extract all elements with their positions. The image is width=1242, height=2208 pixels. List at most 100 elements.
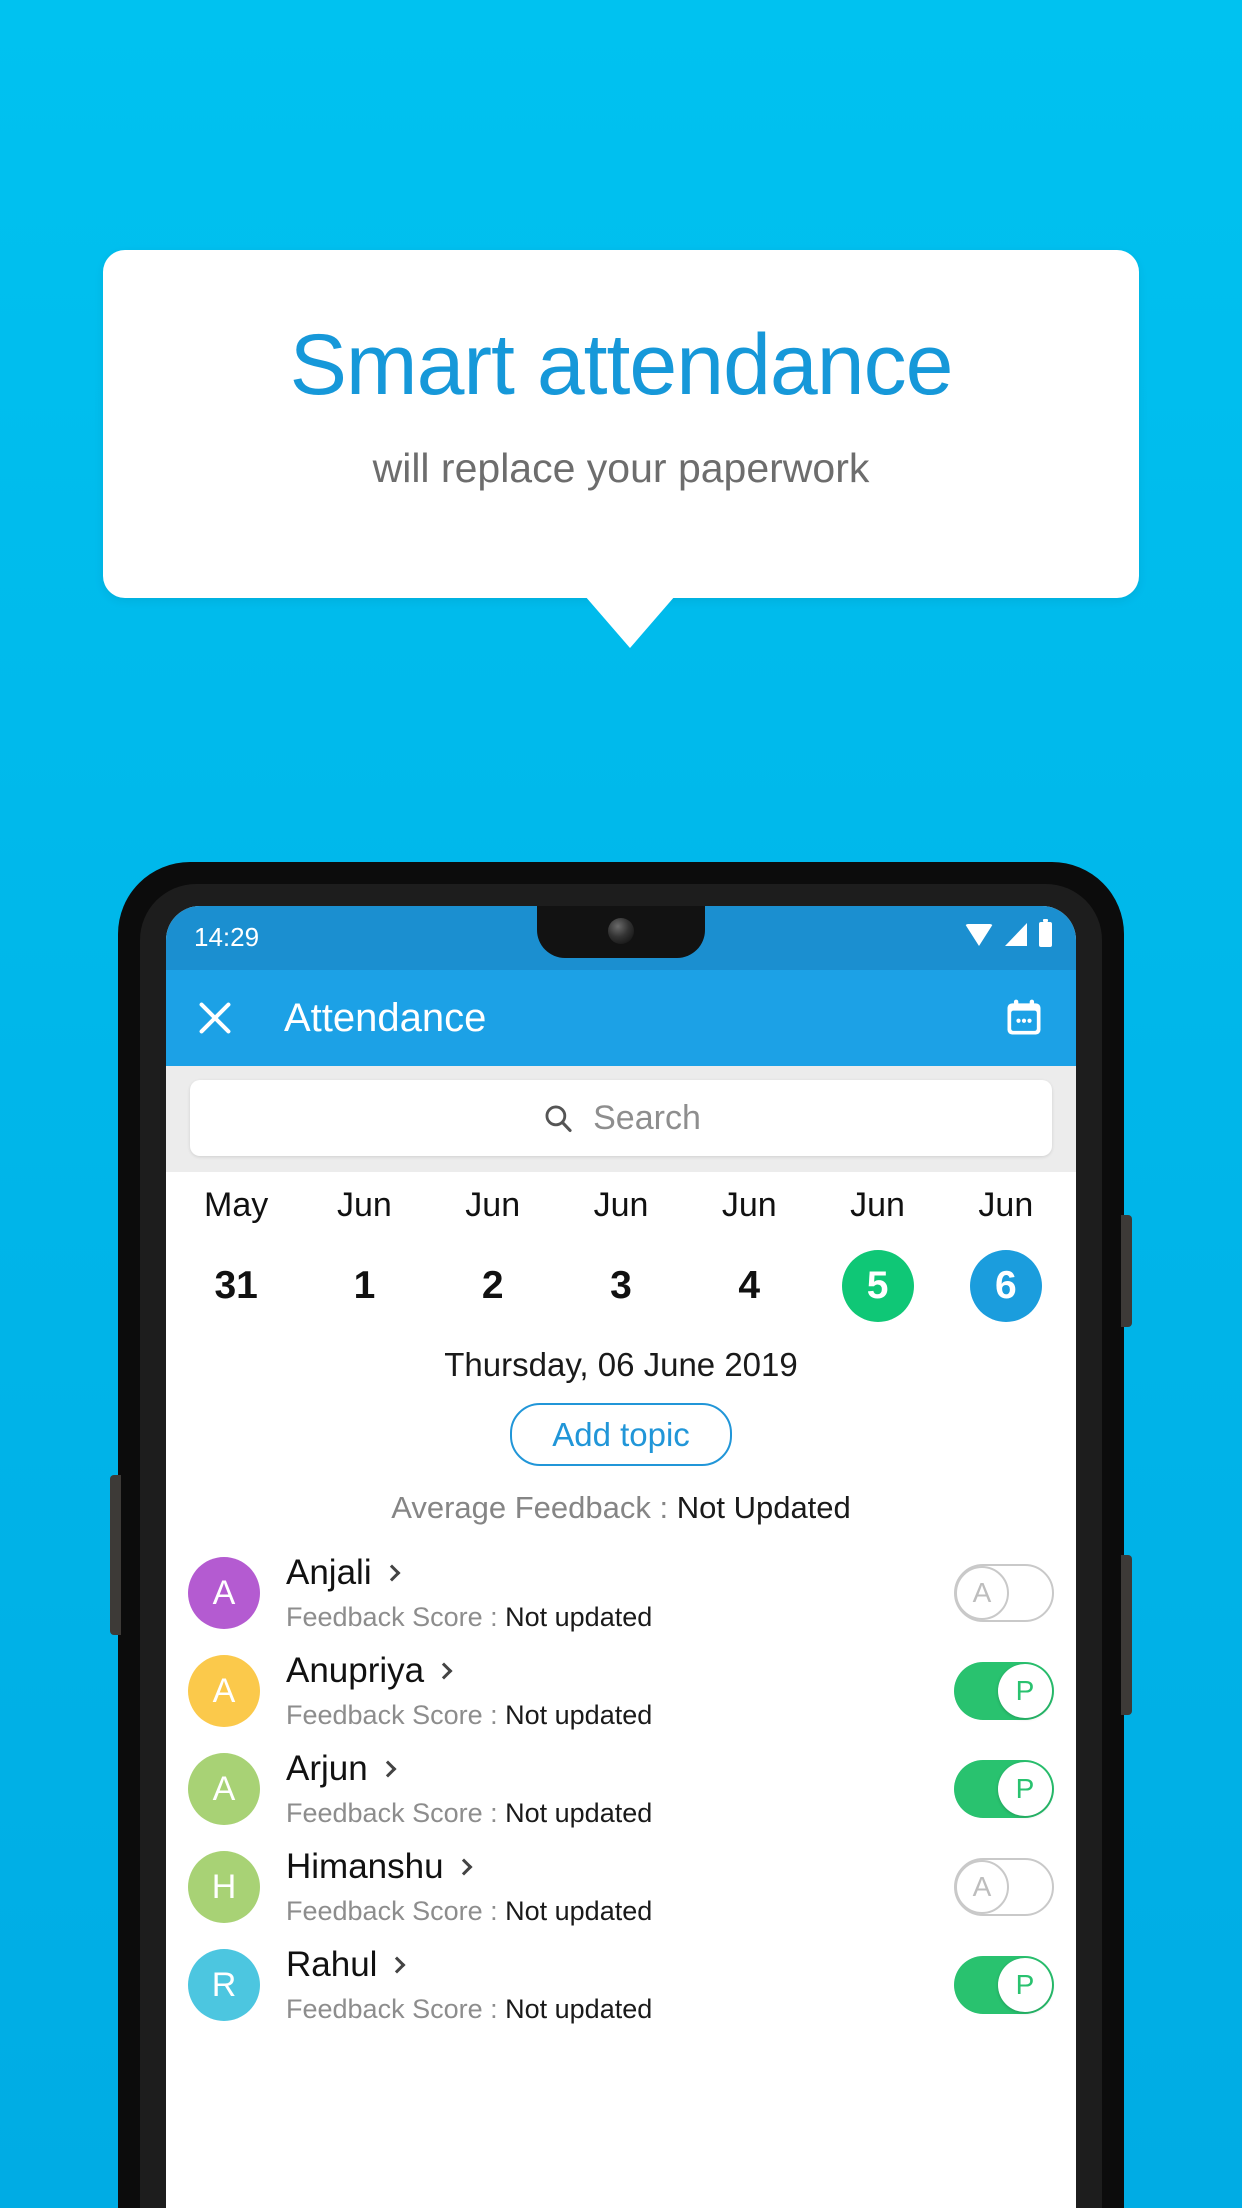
- close-icon[interactable]: [192, 995, 238, 1041]
- promo-title: Smart attendance: [289, 317, 954, 413]
- date-month-label: Jun: [337, 1186, 392, 1224]
- student-name: Himanshu: [286, 1847, 444, 1886]
- student-name-row: Rahul: [286, 1947, 954, 1982]
- student-row[interactable]: H Himanshu Feedback Score : Not updated A: [166, 1839, 1076, 1935]
- search-placeholder: Search: [593, 1099, 701, 1137]
- feedback-score: Feedback Score : Not updated: [286, 1898, 954, 1925]
- phone-notch: [537, 906, 705, 958]
- wifi-icon: [965, 923, 993, 946]
- student-name-row: Arjun: [286, 1751, 954, 1786]
- feedback-score: Feedback Score : Not updated: [286, 1702, 954, 1729]
- feedback-score: Feedback Score : Not updated: [286, 1996, 954, 2023]
- student-info: Himanshu Feedback Score : Not updated: [286, 1849, 954, 1925]
- student-info: Arjun Feedback Score : Not updated: [286, 1751, 954, 1827]
- add-topic-button[interactable]: Add topic: [510, 1403, 732, 1466]
- attendance-toggle-knob: P: [998, 1664, 1052, 1718]
- date-cell[interactable]: Jun 2: [429, 1188, 557, 1322]
- feedback-score-value: Not updated: [505, 1700, 653, 1730]
- date-cell[interactable]: Jun 6: [942, 1188, 1070, 1322]
- date-cell[interactable]: Jun 3: [557, 1188, 685, 1322]
- avatar: A: [188, 1655, 260, 1727]
- average-feedback-label: Average Feedback :: [391, 1490, 677, 1525]
- front-camera: [608, 918, 634, 944]
- date-day-number: 1: [353, 1264, 376, 1307]
- date-month-label: May: [204, 1186, 269, 1224]
- chevron-right-icon[interactable]: [383, 1564, 401, 1582]
- average-feedback: Average Feedback : Not Updated: [166, 1492, 1076, 1523]
- promo-subtitle: will replace your paperwork: [372, 445, 870, 491]
- feedback-score-label: Feedback Score :: [286, 1700, 506, 1730]
- promo-bubble: Smart attendance will replace your paper…: [103, 250, 1139, 598]
- chevron-right-icon[interactable]: [435, 1662, 453, 1680]
- attendance-toggle-knob: P: [998, 1762, 1052, 1816]
- feedback-score-value: Not updated: [505, 1798, 653, 1828]
- student-row[interactable]: A Arjun Feedback Score : Not updated P: [166, 1741, 1076, 1837]
- feedback-score-label: Feedback Score :: [286, 1896, 506, 1926]
- feedback-score: Feedback Score : Not updated: [286, 1800, 954, 1827]
- avatar: A: [188, 1557, 260, 1629]
- promo-screenshot: Smart attendance will replace your paper…: [0, 0, 1242, 2208]
- student-name: Anupriya: [286, 1651, 425, 1690]
- avatar: R: [188, 1949, 260, 2021]
- student-name-row: Anupriya: [286, 1653, 954, 1688]
- app-bar: Attendance: [166, 970, 1076, 1066]
- date-cell[interactable]: Jun 4: [685, 1188, 813, 1322]
- feedback-score-label: Feedback Score :: [286, 1994, 506, 2024]
- phone-screen: 14:29 Attendance Search May 31 Jun 1 Jun…: [166, 906, 1076, 2208]
- avatar: H: [188, 1851, 260, 1923]
- chevron-right-icon[interactable]: [455, 1858, 473, 1876]
- chevron-right-icon[interactable]: [388, 1956, 406, 1974]
- attendance-toggle[interactable]: P: [954, 1760, 1054, 1818]
- date-day-number: 31: [214, 1264, 258, 1307]
- phone-left-button: [110, 1475, 121, 1635]
- student-name-row: Himanshu: [286, 1849, 954, 1884]
- student-name-row: Anjali: [286, 1555, 954, 1590]
- attendance-toggle[interactable]: P: [954, 1662, 1054, 1720]
- date-day-number: 4: [738, 1264, 761, 1307]
- student-row[interactable]: A Anjali Feedback Score : Not updated A: [166, 1545, 1076, 1641]
- battery-icon: [1039, 919, 1052, 947]
- chevron-right-icon[interactable]: [379, 1760, 397, 1778]
- feedback-score-value: Not updated: [505, 1994, 653, 2024]
- date-month-label: Jun: [593, 1186, 649, 1224]
- attendance-toggle-knob: P: [998, 1958, 1052, 2012]
- date-cell[interactable]: Jun 5: [813, 1188, 941, 1322]
- feedback-score-value: Not updated: [505, 1896, 653, 1926]
- status-icons: [965, 919, 1052, 947]
- student-list: A Anjali Feedback Score : Not updated A A Anu…: [166, 1545, 1076, 2033]
- student-name: Arjun: [286, 1749, 368, 1788]
- student-row[interactable]: A Anupriya Feedback Score : Not updated P: [166, 1643, 1076, 1739]
- attendance-toggle[interactable]: A: [954, 1858, 1054, 1916]
- date-month-label: Jun: [978, 1186, 1034, 1224]
- student-name: Rahul: [286, 1945, 378, 1984]
- attendance-toggle[interactable]: A: [954, 1564, 1054, 1622]
- date-strip: May 31 Jun 1 Jun 2 Jun 3 Jun 4 Jun 5 Jun 6: [166, 1172, 1076, 1322]
- phone-power-button: [1121, 1555, 1132, 1715]
- attendance-toggle[interactable]: P: [954, 1956, 1054, 2014]
- date-month-label: Jun: [850, 1186, 905, 1224]
- search-area: Search: [166, 1066, 1076, 1172]
- search-input[interactable]: Search: [190, 1080, 1052, 1156]
- promo-bubble-tail: [585, 596, 675, 648]
- calendar-icon[interactable]: [1002, 996, 1046, 1040]
- status-time: 14:29: [194, 922, 260, 952]
- page-title: Attendance: [284, 996, 487, 1040]
- attendance-toggle-knob: A: [955, 1860, 1009, 1914]
- avatar: A: [188, 1753, 260, 1825]
- selected-day-label: Thursday, 06 June 2019: [444, 1346, 798, 1383]
- feedback-score-value: Not updated: [505, 1602, 653, 1632]
- attendance-toggle-knob: A: [955, 1566, 1009, 1620]
- date-day-number: 2: [481, 1264, 504, 1307]
- student-info: Rahul Feedback Score : Not updated: [286, 1947, 954, 2023]
- date-cell[interactable]: May 31: [172, 1188, 300, 1322]
- average-feedback-value: Not Updated: [676, 1490, 851, 1525]
- date-day-number: 5: [841, 1250, 914, 1322]
- add-topic-area: Add topic: [166, 1403, 1076, 1466]
- student-row[interactable]: R Rahul Feedback Score : Not updated P: [166, 1937, 1076, 2033]
- feedback-score: Feedback Score : Not updated: [286, 1604, 954, 1631]
- student-info: Anjali Feedback Score : Not updated: [286, 1555, 954, 1631]
- signal-icon: [1005, 923, 1027, 946]
- feedback-score-label: Feedback Score :: [286, 1798, 506, 1828]
- date-day-number: 6: [969, 1250, 1042, 1322]
- date-cell[interactable]: Jun 1: [300, 1188, 428, 1322]
